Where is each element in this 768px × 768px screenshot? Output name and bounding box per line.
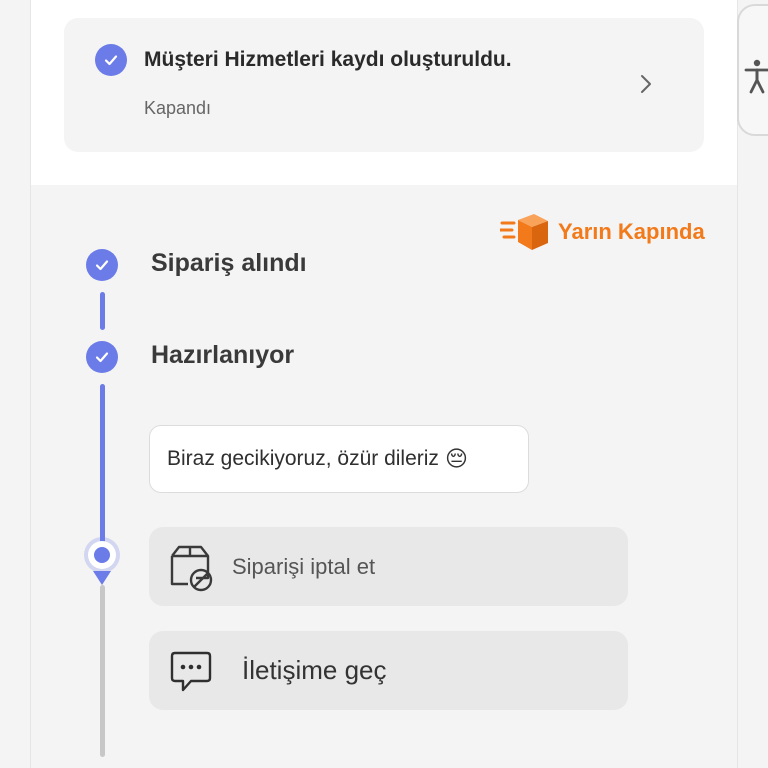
delay-message-bubble: Biraz gecikiyoruz, özür dileriz 😔: [149, 425, 529, 493]
timeline-connector-active: [100, 384, 105, 552]
accessibility-button[interactable]: [737, 4, 768, 136]
pensive-face-icon: 😔: [444, 446, 468, 471]
chevron-right-icon: [641, 75, 651, 93]
timeline-current-position-marker: [88, 541, 116, 569]
support-ticket-title: Müşteri Hizmetleri kaydı oluşturuldu.: [144, 48, 512, 71]
timeline-step-order-received: Sipariş alındı: [151, 249, 307, 277]
timeline-connector-pending: [100, 585, 105, 757]
contact-button[interactable]: İletişime geç: [149, 631, 628, 710]
check-circle-icon: [95, 44, 127, 76]
timeline-step-preparing: Hazırlanıyor: [151, 341, 295, 369]
timeline-connector-completed: [100, 292, 105, 330]
current-position-arrow-icon: [93, 571, 111, 585]
contact-label: İletişime geç: [242, 655, 387, 685]
delay-message-text: Biraz gecikiyoruz, özür dileriz: [167, 447, 439, 470]
support-ticket-status: Kapandı: [144, 98, 212, 118]
fast-delivery-box-icon: [500, 214, 548, 250]
delivery-brand-label: Yarın Kapında: [558, 219, 705, 244]
delivery-brand-badge: Yarın Kapında: [500, 212, 705, 252]
support-ticket-card[interactable]: Müşteri Hizmetleri kaydı oluşturuldu. Ka…: [64, 18, 704, 152]
cancel-order-label: Siparişi iptal et: [232, 553, 376, 579]
package-cancel-icon: [170, 545, 213, 591]
check-circle-icon: [86, 341, 118, 373]
accessibility-person-icon: [744, 59, 768, 94]
current-position-dot: [94, 547, 110, 563]
check-circle-icon: [86, 249, 118, 281]
chat-bubble-icon: [170, 651, 212, 691]
cancel-order-button[interactable]: Siparişi iptal et: [149, 527, 628, 606]
left-margin: [0, 0, 30, 768]
